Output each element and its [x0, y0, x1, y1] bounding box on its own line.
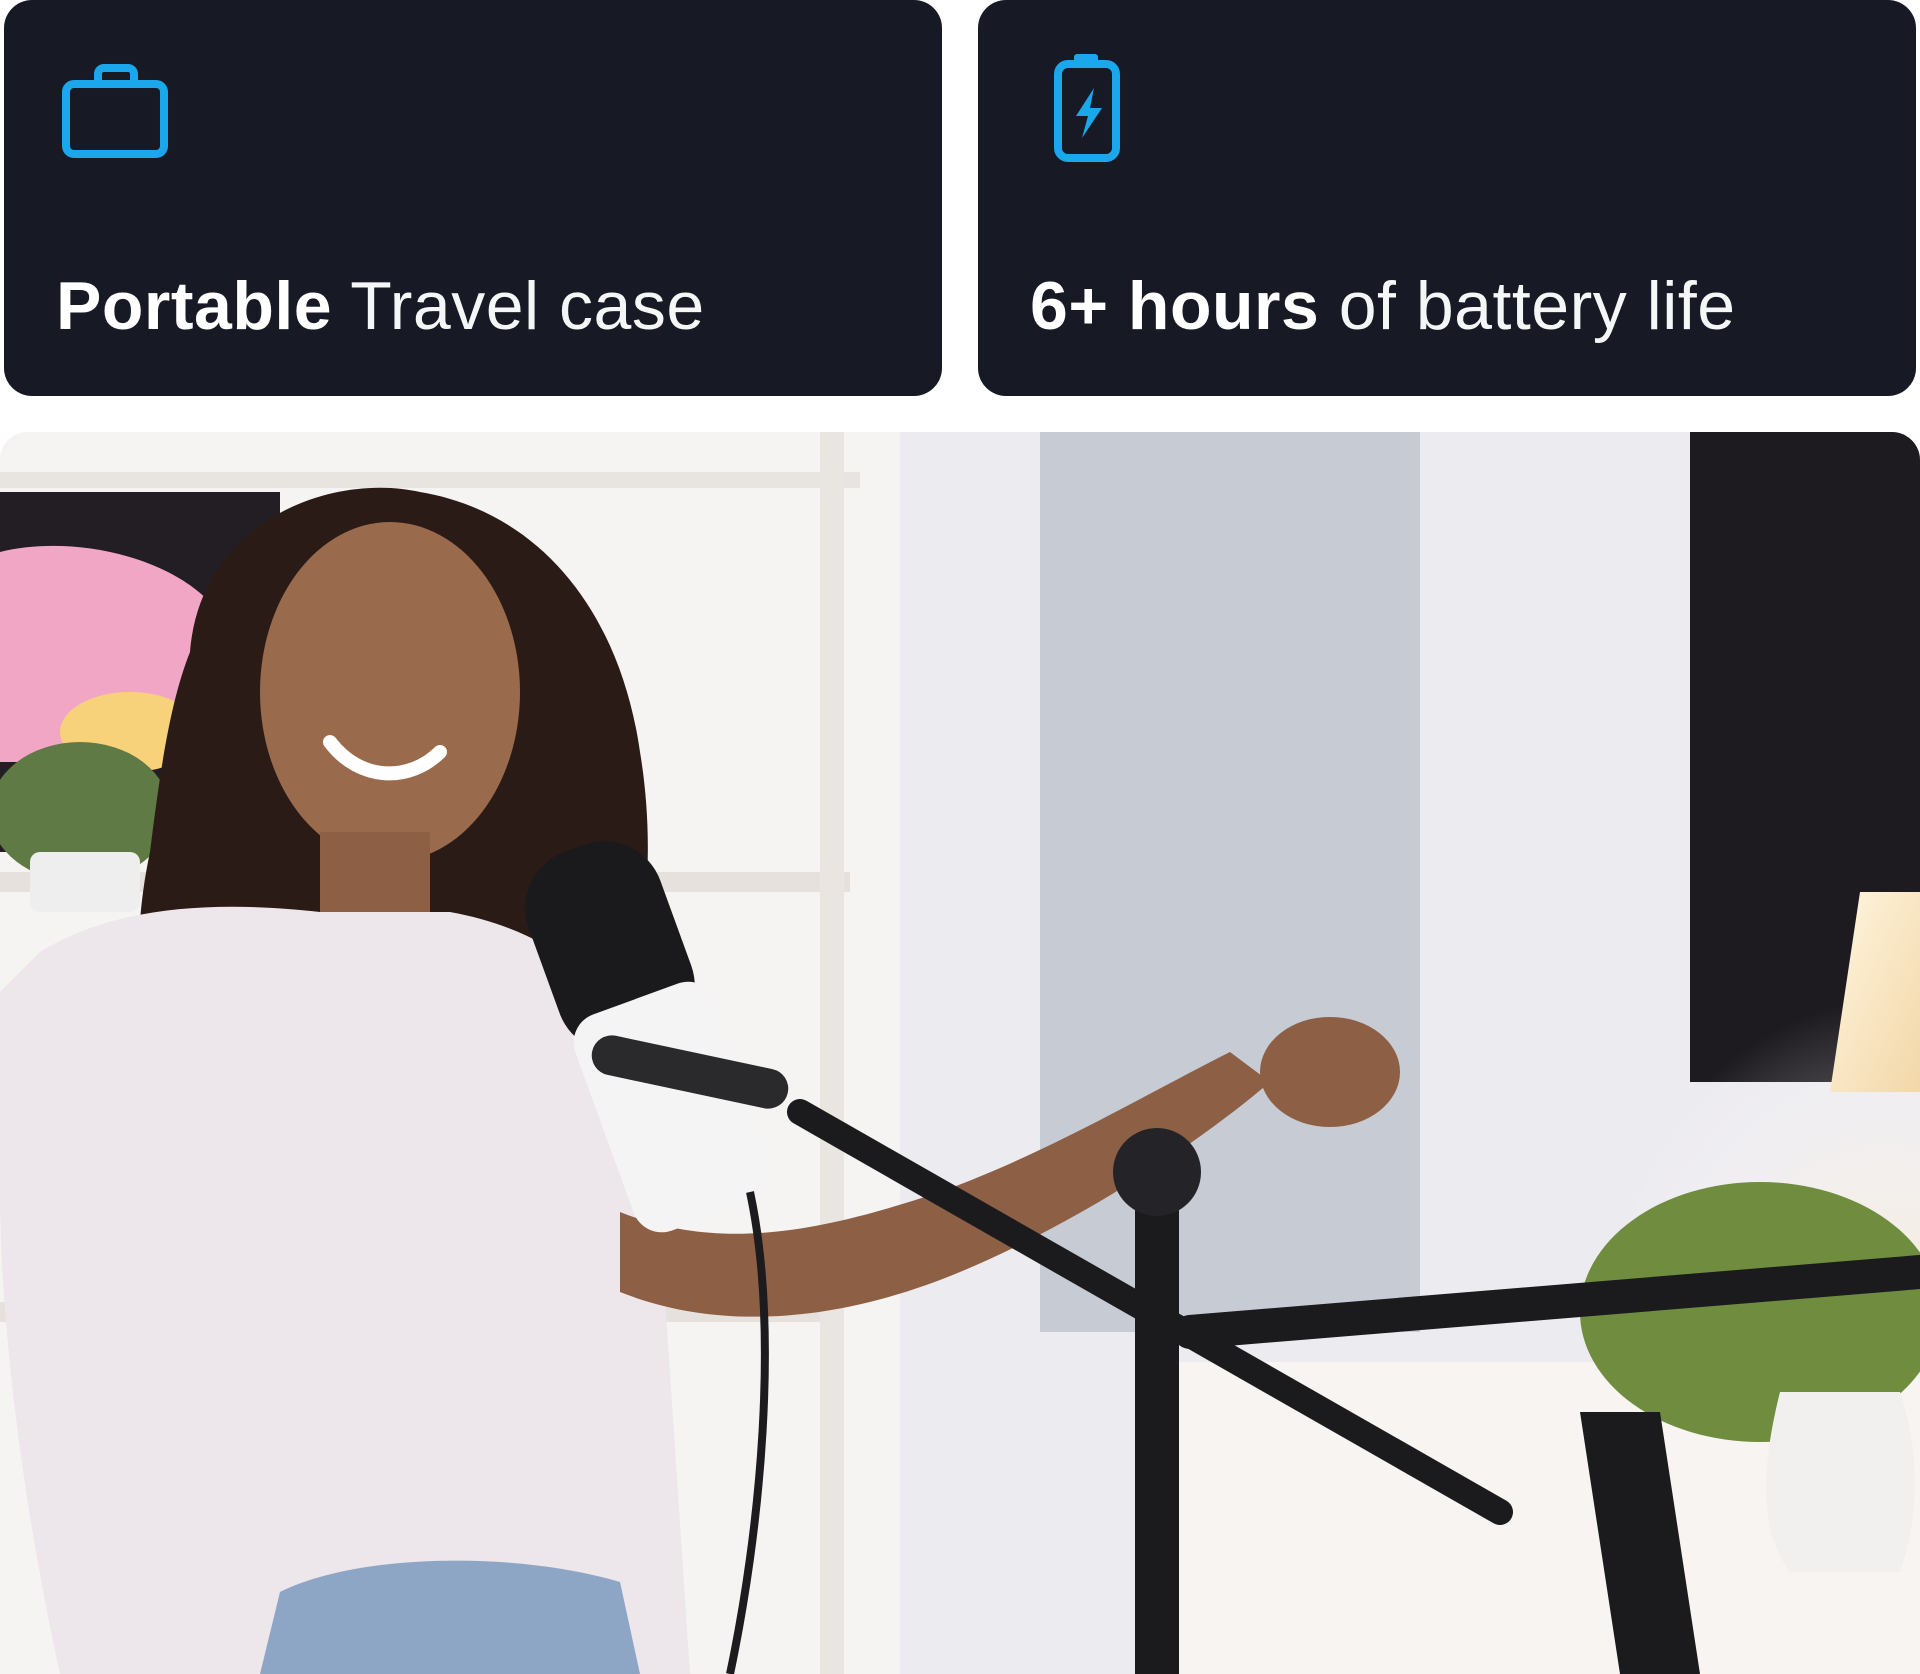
feature-caption: Portable Travel case [56, 272, 705, 340]
feature-card-portable: Portable Travel case [4, 0, 942, 396]
feature-caption-light: of battery life [1319, 268, 1736, 344]
briefcase-icon [58, 52, 174, 168]
podcast-photo [0, 432, 1920, 1674]
podcast-photo-illustration [0, 432, 1920, 1674]
battery-charging-icon [1032, 52, 1148, 168]
feature-card-battery: 6+ hours of battery life [978, 0, 1916, 396]
feature-caption-strong: Portable [56, 268, 333, 344]
feature-caption-light: Travel case [332, 268, 705, 344]
feature-caption: 6+ hours of battery life [1030, 272, 1736, 340]
feature-caption-strong: 6+ hours [1030, 268, 1320, 344]
